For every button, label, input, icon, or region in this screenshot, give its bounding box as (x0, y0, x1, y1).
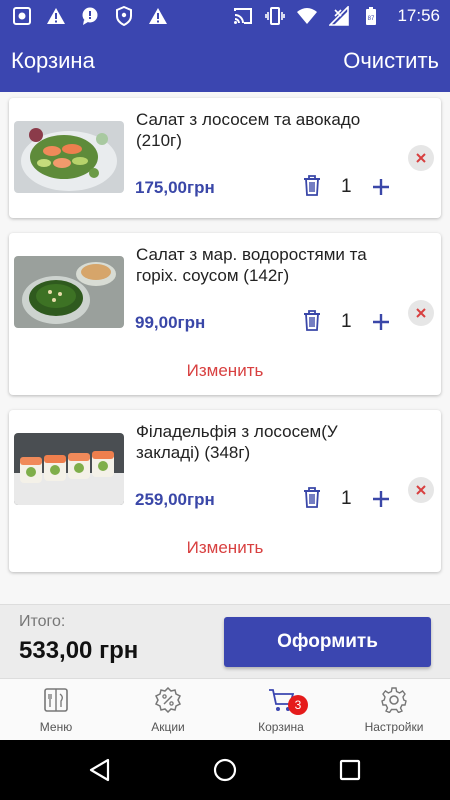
plus-icon[interactable] (372, 178, 390, 196)
close-icon (416, 153, 426, 163)
clear-cart-button[interactable]: Очистить (343, 48, 439, 74)
item-name: Салат з мар. водоростями та горіх. соусо… (136, 245, 367, 285)
discount-icon (155, 687, 181, 713)
item-image-salmon-salad (14, 121, 124, 193)
trash-icon[interactable] (302, 174, 322, 196)
shield-icon (116, 6, 132, 26)
nav-label: Настройки (364, 720, 424, 734)
signal-icon (329, 6, 350, 26)
app-bar: Корзина Очистить (0, 32, 450, 92)
checkout-button[interactable]: Оформить (224, 617, 431, 667)
wifi-icon (297, 8, 318, 24)
cart-count-badge: 3 (288, 695, 308, 715)
item-price: 99,00грн (135, 313, 206, 332)
page-title: Корзина (11, 48, 95, 73)
nav-label: Меню (39, 720, 73, 734)
nav-item-settings[interactable]: Настройки (338, 679, 450, 741)
cast-icon (234, 8, 253, 24)
item-image-philadelphia-roll (14, 433, 124, 505)
menu-book-icon (44, 688, 68, 712)
battery-icon: 87 (366, 7, 377, 25)
vibrate-icon (265, 7, 286, 25)
total-value: 533,00 грн (19, 637, 139, 664)
item-quantity: 1 (341, 311, 352, 332)
warning-icon (47, 8, 65, 24)
item-price: 175,00грн (135, 178, 215, 197)
change-item-link[interactable]: Изменить (9, 361, 441, 381)
item-name: Салат з лососем та авокадо (210г) (136, 110, 361, 150)
cart-item: Філадельфія з лососем(У закладі) (348г) … (9, 410, 441, 572)
trash-icon[interactable] (302, 309, 322, 331)
cart-list[interactable]: Салат з лососем та авокадо (210г) 175,00… (0, 92, 450, 604)
remove-item-button[interactable] (408, 145, 434, 171)
nav-item-menu[interactable]: Меню (0, 679, 112, 741)
item-quantity: 1 (341, 488, 352, 509)
status-time: 17:56 (397, 6, 440, 25)
remove-item-button[interactable] (408, 300, 434, 326)
nav-label: Акции (151, 720, 185, 734)
chat-alert-icon (82, 7, 98, 25)
close-icon (416, 485, 426, 495)
close-icon (416, 308, 426, 318)
item-image-seaweed-salad (14, 256, 124, 328)
cart-item: Салат з лососем та авокадо (210г) 175,00… (9, 98, 441, 218)
trash-icon[interactable] (302, 486, 322, 508)
bottom-navigation: Меню Акции 3 Корзина Настройки (0, 678, 450, 740)
svg-text:87: 87 (368, 16, 375, 22)
cart-item: Салат з мар. водоростями та горіх. соусо… (9, 233, 441, 395)
warning-icon (149, 8, 167, 24)
plus-icon[interactable] (372, 490, 390, 508)
item-name: Філадельфія з лососем(У закладі) (348г) (136, 422, 338, 462)
total-label: Итого: (19, 613, 66, 630)
status-right-icons: 87 17:56 (233, 6, 440, 26)
item-price: 259,00грн (135, 490, 215, 509)
android-navigation-bar (0, 740, 450, 800)
order-summary: Итого: 533,00 грн Оформить (0, 604, 450, 678)
status-left-icons (12, 6, 168, 26)
item-quantity: 1 (341, 176, 352, 197)
gear-icon (381, 687, 407, 713)
back-icon[interactable] (88, 758, 112, 782)
remove-item-button[interactable] (408, 477, 434, 503)
nav-label: Корзина (258, 720, 304, 734)
screenshot-icon (13, 7, 31, 25)
nav-item-promotions[interactable]: Акции (112, 679, 224, 741)
plus-icon[interactable] (372, 313, 390, 331)
home-icon[interactable] (213, 758, 237, 782)
nav-item-cart[interactable]: 3 Корзина (225, 679, 337, 741)
recents-icon[interactable] (338, 758, 362, 782)
change-item-link[interactable]: Изменить (9, 538, 441, 558)
status-bar: 87 17:56 (0, 0, 450, 32)
